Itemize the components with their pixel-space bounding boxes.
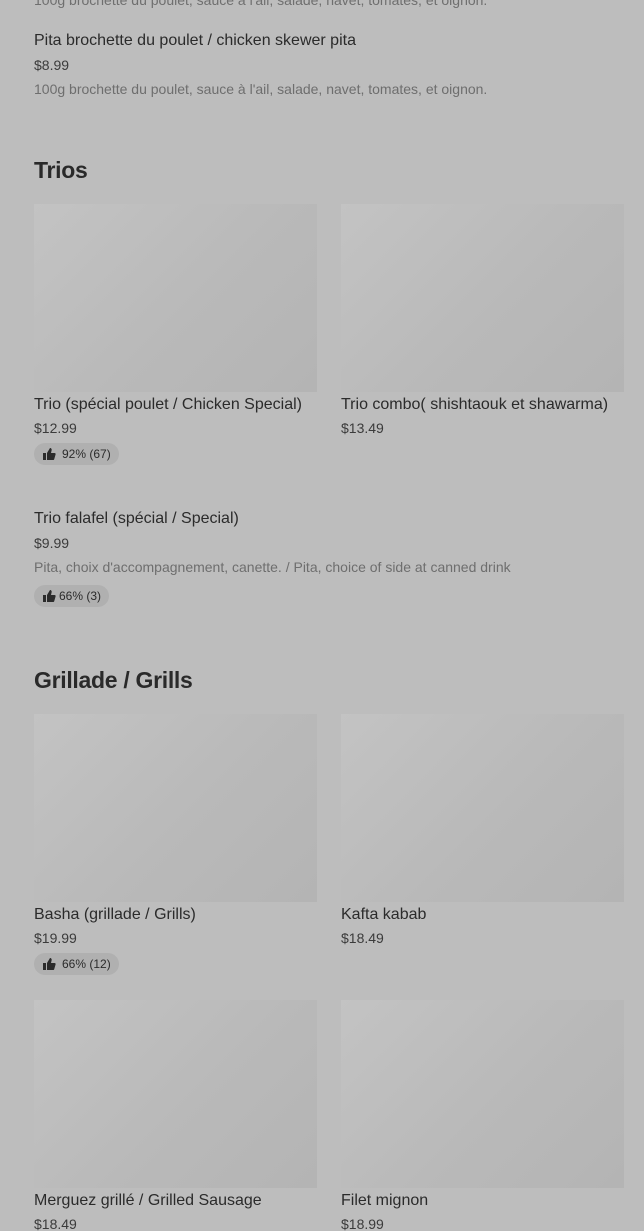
section-title-grills: Grillade / Grills <box>34 667 193 693</box>
thumbs-up-icon <box>42 957 56 971</box>
menu-page: 100g brochette du poulet, sauce à l'ail,… <box>0 0 644 1231</box>
menu-card-kafta-kabab[interactable]: Kafta kabab $18.49 <box>341 714 624 947</box>
item-price: $8.99 <box>34 57 70 73</box>
item-image <box>341 204 624 392</box>
item-name: Filet mignon <box>341 1192 429 1209</box>
item-image <box>34 714 317 902</box>
rating-text: 92% (67) <box>62 447 111 461</box>
rating-badge: 92% (67) <box>34 443 119 465</box>
item-name: Trio combo( shishtaouk et shawarma) <box>341 396 609 413</box>
menu-item-pita-brochette[interactable]: Pita brochette du poulet / chicken skewe… <box>34 31 624 98</box>
item-name: Trio (spécial poulet / Chicken Special) <box>34 396 302 413</box>
item-price: $9.99 <box>34 535 70 551</box>
item-description: 100g brochette du poulet, sauce à l'ail,… <box>34 81 488 97</box>
item-image <box>34 204 317 392</box>
menu-item-trio-falafel[interactable]: Trio falafel (spécial / Special) $9.99 P… <box>34 509 624 608</box>
item-price: $18.99 <box>341 1216 384 1231</box>
item-price: $19.99 <box>34 930 77 946</box>
item-name: Pita brochette du poulet / chicken skewe… <box>34 32 356 49</box>
item-name: Merguez grillé / Grilled Sausage <box>34 1192 262 1209</box>
menu-card-trio-poulet[interactable]: Trio (spécial poulet / Chicken Special) … <box>34 204 317 466</box>
item-price: $12.99 <box>34 420 77 436</box>
item-name: Trio falafel (spécial / Special) <box>34 510 239 527</box>
item-price: $13.49 <box>341 420 384 436</box>
menu-card-trio-combo[interactable]: Trio combo( shishtaouk et shawarma) $13.… <box>341 204 624 437</box>
rating-text: 66% (3) <box>59 589 102 603</box>
item-description: Pita, choix d'accompagnement, canette. /… <box>34 559 511 575</box>
item-image <box>341 1000 624 1188</box>
item-name: Basha (grillade / Grills) <box>34 906 196 923</box>
item-price: $18.49 <box>34 1216 77 1231</box>
item-price: $18.49 <box>341 930 384 946</box>
item-image <box>341 714 624 902</box>
rating-badge: 66% (3) <box>34 585 110 607</box>
section-title-trios: Trios <box>34 157 88 183</box>
thumbs-up-icon <box>42 589 56 603</box>
menu-card-merguez[interactable]: Merguez grillé / Grilled Sausage $18.49 <box>34 1000 317 1231</box>
thumbs-up-icon <box>42 447 56 461</box>
item-image <box>34 1000 317 1188</box>
item-description-cut: 100g brochette du poulet, sauce à l'ail,… <box>34 0 488 8</box>
item-name: Kafta kabab <box>341 906 427 923</box>
rating-badge: 66% (12) <box>34 953 119 975</box>
menu-card-filet-mignon[interactable]: Filet mignon $18.99 <box>341 1000 624 1231</box>
menu-card-basha[interactable]: Basha (grillade / Grills) $19.99 66% (12… <box>34 714 317 976</box>
rating-text: 66% (12) <box>62 957 111 971</box>
